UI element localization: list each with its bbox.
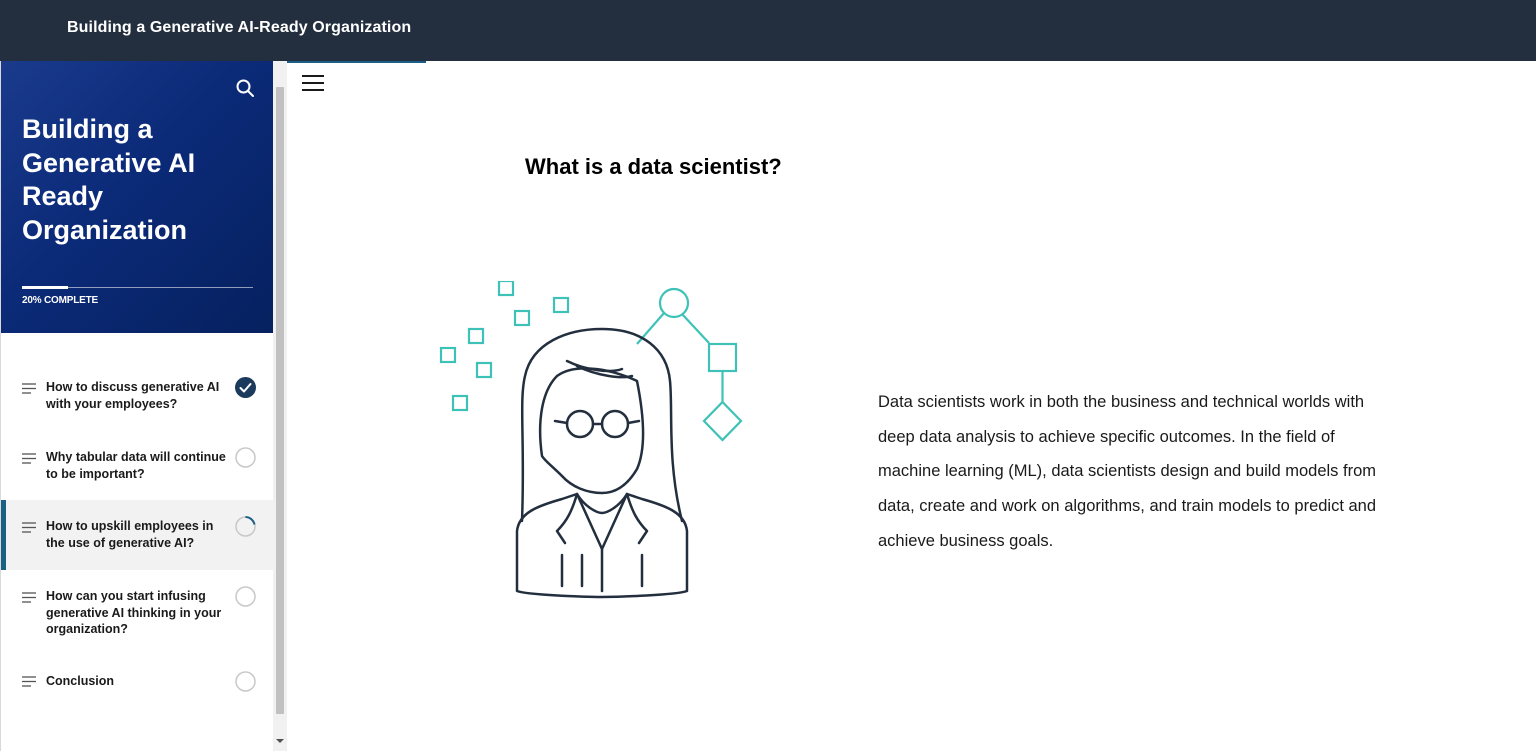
course-progress-bar — [22, 286, 253, 289]
lesson-content: What is a data scientist? Data scientist… — [287, 61, 1536, 751]
lesson-label: How can you start infusing generative AI… — [46, 589, 222, 636]
course-title: Building a Generative AI Ready Organizat… — [22, 114, 196, 245]
sidebar-header: Building a Generative AI Ready Organizat… — [1, 61, 274, 333]
lesson-label: How to discuss generative AI with your e… — [46, 380, 220, 411]
lesson-paragraph: Data scientists work in both the busines… — [878, 393, 1377, 550]
lesson-item-active[interactable]: How to upskill employees in the use of g… — [1, 500, 274, 570]
lesson-heading: What is a data scientist? — [525, 154, 782, 179]
lesson-item[interactable]: How to discuss generative AI with your e… — [1, 371, 274, 431]
lesson-progress-indicator — [287, 61, 426, 63]
lines-icon — [22, 676, 36, 687]
top-bar: Building a Generative AI-Ready Organizat… — [0, 0, 1536, 61]
lesson-item[interactable]: Conclusion — [1, 656, 274, 716]
search-icon[interactable] — [233, 76, 257, 100]
lines-icon — [22, 592, 36, 603]
lesson-label: How to upskill employees in the use of g… — [46, 519, 214, 550]
hamburger-menu-icon[interactable] — [302, 75, 324, 93]
progress-circle-icon — [235, 516, 256, 537]
course-progress-fill — [22, 286, 69, 289]
lesson-label: Why tabular data will continue to be imp… — [46, 450, 226, 481]
check-circle-icon — [235, 377, 256, 398]
sidebar: Building a Generative AI Ready Organizat… — [0, 61, 274, 751]
app-title: Building a Generative AI-Ready Organizat… — [67, 19, 412, 36]
sidebar-scrollbar[interactable] — [273, 61, 287, 751]
lines-icon — [22, 522, 36, 533]
lines-icon — [22, 383, 36, 394]
empty-circle-icon — [235, 586, 256, 607]
lesson-item[interactable]: How can you start infusing generative AI… — [1, 570, 274, 656]
scrollbar-thumb[interactable] — [276, 87, 284, 714]
scroll-down-arrow-icon[interactable] — [276, 739, 284, 743]
lesson-label: Conclusion — [46, 674, 115, 688]
data-scientist-illustration — [439, 281, 743, 599]
progress-label: 20% COMPLETE — [22, 295, 98, 306]
lines-icon — [22, 453, 36, 464]
empty-circle-icon — [235, 671, 256, 692]
empty-circle-icon — [235, 447, 256, 468]
lesson-item[interactable]: Why tabular data will continue to be imp… — [1, 431, 274, 500]
